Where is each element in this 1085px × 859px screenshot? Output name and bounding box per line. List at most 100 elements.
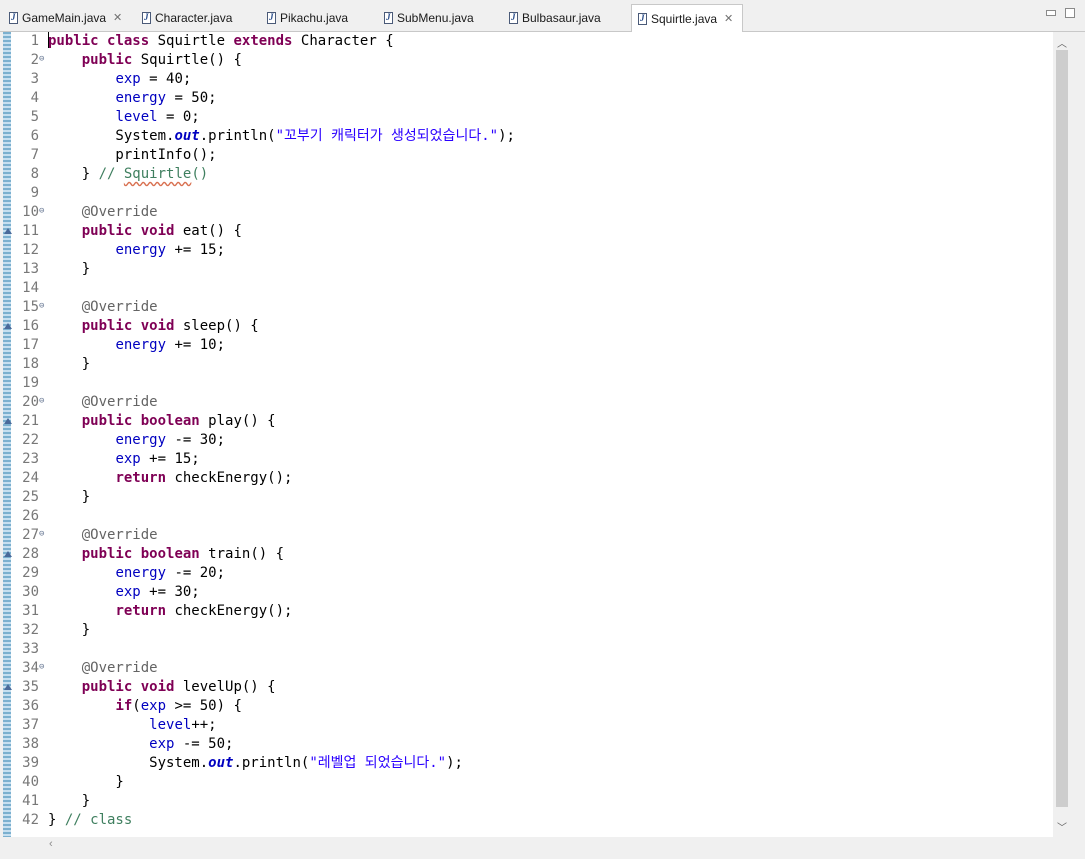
- code-line[interactable]: 1 public class Squirtle extends Character…: [3, 32, 1053, 51]
- code-line[interactable]: 38 exp -= 50;: [3, 735, 1053, 754]
- line-number: 13: [22, 261, 39, 277]
- code-text: return checkEnergy();: [48, 469, 292, 488]
- code-line[interactable]: 28 public boolean train() {: [3, 545, 1053, 564]
- code-line[interactable]: 33: [3, 640, 1053, 659]
- code-text: @Override: [48, 659, 158, 678]
- fold-collapse-icon[interactable]: ⊖: [39, 526, 44, 542]
- close-icon[interactable]: ✕: [724, 13, 733, 25]
- tab-bulbasaur[interactable]: Bulbasaur.java: [503, 5, 626, 31]
- code-line[interactable]: 35 public void levelUp() {: [3, 678, 1053, 697]
- code-line[interactable]: 8 } // Squirtle(): [3, 165, 1053, 184]
- code-line[interactable]: 13 }: [3, 260, 1053, 279]
- code-line[interactable]: 32 }: [3, 621, 1053, 640]
- close-icon[interactable]: ✕: [113, 12, 122, 24]
- code-line[interactable]: 14: [3, 279, 1053, 298]
- tab-gamemain[interactable]: GameMain.java ✕: [3, 5, 132, 31]
- code-token: = 40;: [140, 71, 192, 87]
- code-token: }: [48, 812, 65, 828]
- code-token: play() {: [199, 413, 276, 429]
- code-line[interactable]: 21 public boolean play() {: [3, 412, 1053, 431]
- line-number: 29: [22, 565, 39, 581]
- fold-collapse-icon[interactable]: ⊖: [39, 393, 44, 409]
- code-line[interactable]: 4 energy = 50;: [3, 89, 1053, 108]
- code-line[interactable]: 41 }: [3, 792, 1053, 811]
- line-number: 15: [22, 299, 39, 315]
- code-line[interactable]: 18 }: [3, 355, 1053, 374]
- code-line[interactable]: 37 level++;: [3, 716, 1053, 735]
- code-line[interactable]: 27 ⊖ @Override: [3, 526, 1053, 545]
- code-line[interactable]: 10 ⊖ @Override: [3, 203, 1053, 222]
- code-line[interactable]: 12 energy += 15;: [3, 241, 1053, 260]
- line-number: 19: [22, 375, 39, 391]
- code-line[interactable]: 42} // class: [3, 811, 1053, 830]
- code-token: = 0;: [157, 109, 200, 125]
- horizontal-scrollbar[interactable]: ‹: [45, 837, 1050, 852]
- code-line[interactable]: 39 System.out.println("레벨업 되었습니다.");: [3, 754, 1053, 773]
- code-line[interactable]: 19: [3, 374, 1053, 393]
- code-text: exp -= 50;: [48, 735, 233, 754]
- code-line[interactable]: 7 printInfo();: [3, 146, 1053, 165]
- code-token-kw: void: [140, 223, 175, 239]
- code-line[interactable]: 9: [3, 184, 1053, 203]
- line-number: 3: [30, 71, 39, 87]
- code-line[interactable]: 36 if(exp >= 50) {: [3, 697, 1053, 716]
- code-line[interactable]: 22 energy -= 30;: [3, 431, 1053, 450]
- code-line[interactable]: 16 public void sleep() {: [3, 317, 1053, 336]
- line-number: 6: [30, 128, 39, 144]
- code-text: }: [48, 260, 90, 279]
- scroll-down-arrow-icon[interactable]: ﹀: [1057, 819, 1067, 834]
- maximize-icon[interactable]: [1065, 8, 1075, 18]
- code-token-kw: class: [107, 33, 150, 49]
- code-line[interactable]: 25 }: [3, 488, 1053, 507]
- code-lines[interactable]: 1 public class Squirtle extends Character…: [3, 32, 1053, 830]
- scroll-up-arrow-icon[interactable]: ︿: [1057, 35, 1067, 50]
- code-editor[interactable]: 1 public class Squirtle extends Character…: [3, 32, 1071, 837]
- tab-squirtle[interactable]: Squirtle.java ✕: [631, 4, 743, 32]
- code-token: eat() {: [174, 223, 242, 239]
- tab-character[interactable]: Character.java: [136, 5, 256, 31]
- code-token-fld: energy: [115, 242, 167, 258]
- code-line[interactable]: 30 exp += 30;: [3, 583, 1053, 602]
- code-token: printInfo();: [48, 147, 217, 163]
- code-line[interactable]: 40 }: [3, 773, 1053, 792]
- code-token-ann: @Override: [81, 299, 158, 315]
- tab-pikachu[interactable]: Pikachu.java: [261, 5, 373, 31]
- code-token-kw: boolean: [140, 546, 200, 562]
- code-line[interactable]: 3 exp = 40;: [3, 70, 1053, 89]
- vertical-scrollbar[interactable]: ︿ ﹀: [1053, 32, 1071, 837]
- line-number: 33: [22, 641, 39, 657]
- minimize-icon[interactable]: [1046, 10, 1056, 16]
- code-line[interactable]: 2 ⊖ public Squirtle() {: [3, 51, 1053, 70]
- code-line[interactable]: 23 exp += 15;: [3, 450, 1053, 469]
- code-line[interactable]: 15 ⊖ @Override: [3, 298, 1053, 317]
- code-line[interactable]: 20 ⊖ @Override: [3, 393, 1053, 412]
- code-line[interactable]: 24 return checkEnergy();: [3, 469, 1053, 488]
- java-file-icon: [142, 12, 151, 24]
- vertical-scroll-thumb[interactable]: [1056, 50, 1068, 807]
- tab-submenu[interactable]: SubMenu.java: [378, 5, 498, 31]
- code-token: (: [132, 698, 141, 714]
- code-line[interactable]: 31 return checkEnergy();: [3, 602, 1053, 621]
- code-text: public void sleep() {: [48, 317, 259, 336]
- fold-collapse-icon[interactable]: ⊖: [39, 659, 44, 675]
- code-line[interactable]: 6 System.out.println("꼬부기 캐릭터가 생성되었습니다."…: [3, 127, 1053, 146]
- fold-collapse-icon[interactable]: ⊖: [39, 51, 44, 67]
- code-line[interactable]: 17 energy += 10;: [3, 336, 1053, 355]
- fold-collapse-icon[interactable]: ⊖: [39, 203, 44, 219]
- code-line[interactable]: 29 energy -= 20;: [3, 564, 1053, 583]
- code-line[interactable]: 11 public void eat() {: [3, 222, 1053, 241]
- code-token: += 15;: [166, 242, 226, 258]
- scroll-left-arrow-icon[interactable]: ‹: [49, 838, 53, 850]
- fold-collapse-icon[interactable]: ⊖: [39, 298, 44, 314]
- code-token-cmt: // class: [64, 812, 133, 828]
- code-line[interactable]: 5 level = 0;: [3, 108, 1053, 127]
- code-token: -= 20;: [166, 565, 226, 581]
- code-line[interactable]: 34 ⊖ @Override: [3, 659, 1053, 678]
- code-line[interactable]: 26: [3, 507, 1053, 526]
